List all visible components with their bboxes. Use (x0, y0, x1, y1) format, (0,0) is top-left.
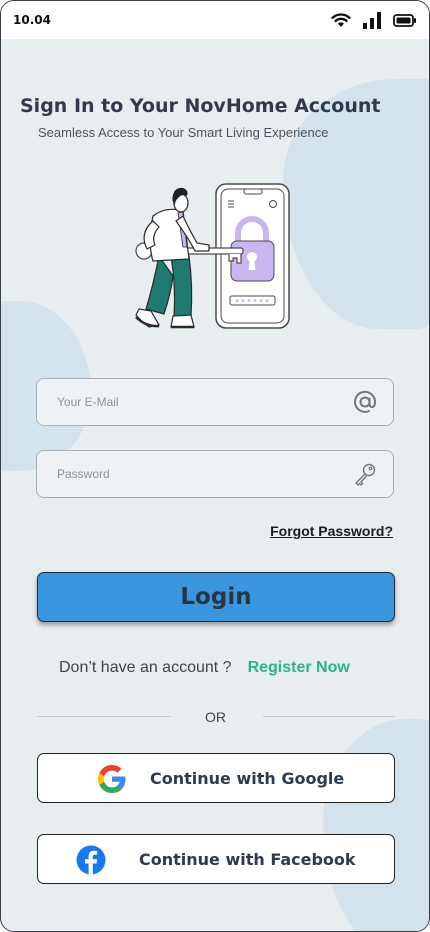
forgot-password-link[interactable]: Forgot Password? (270, 523, 393, 539)
status-bar: 10.04 (1, 1, 429, 39)
page-title: Sign In to Your NovHome Account (20, 95, 381, 117)
continue-with-google-button[interactable]: Continue with Google (37, 753, 395, 803)
facebook-logo-icon (76, 845, 106, 875)
signal-icon (363, 11, 381, 29)
divider-line-right (263, 716, 395, 717)
register-row: Don’t have an account ? Register Now (59, 659, 350, 677)
password-input[interactable] (57, 467, 351, 481)
status-icons (331, 11, 417, 29)
facebook-button-label: Continue with Facebook (139, 850, 356, 869)
register-question: Don’t have an account ? (59, 659, 232, 676)
password-field[interactable] (36, 450, 394, 498)
phone-screen: 10.04 Sign In to Your NovHome Account Se… (0, 0, 430, 932)
email-input[interactable] (57, 395, 351, 409)
security-illustration (135, 183, 290, 329)
wifi-icon (331, 12, 351, 27)
email-field[interactable] (36, 378, 394, 426)
battery-icon (393, 13, 416, 27)
register-now-link[interactable]: Register Now (248, 659, 350, 677)
background-shape (323, 719, 429, 931)
google-logo-icon (98, 765, 126, 793)
continue-with-facebook-button[interactable]: Continue with Facebook (37, 834, 395, 884)
at-sign-icon (351, 388, 379, 416)
page-subtitle: Seamless Access to Your Smart Living Exp… (38, 125, 329, 140)
login-button[interactable]: Login (37, 572, 395, 622)
status-time: 10.04 (13, 13, 51, 27)
key-icon (351, 460, 379, 488)
divider-line-left (37, 716, 171, 717)
or-divider-label: OR (205, 709, 226, 725)
google-button-label: Continue with Google (150, 769, 345, 788)
